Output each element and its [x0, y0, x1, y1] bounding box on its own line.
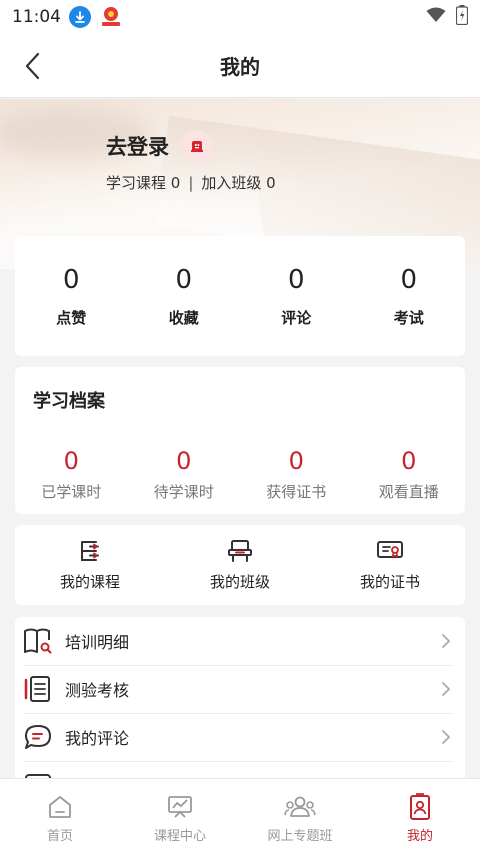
my-certificates-button[interactable]: 我的证书: [315, 525, 465, 605]
stat-label: 点赞: [56, 308, 87, 327]
tab-label: 课程中心: [153, 829, 206, 844]
page-title: 我的: [220, 55, 260, 79]
quick-link-label: 我的证书: [359, 572, 420, 591]
stat-favorites[interactable]: 0 收藏: [128, 236, 241, 356]
archive-value: 0: [63, 447, 79, 475]
chevron-right-icon: [441, 633, 451, 653]
course-center-icon: [168, 796, 192, 818]
class-icon: [228, 539, 252, 562]
archive-pending-hours[interactable]: 0 待学课时: [128, 447, 241, 502]
my-classes-button[interactable]: 我的班级: [165, 525, 315, 605]
archive-title: 学习档案: [33, 391, 105, 412]
tab-profile[interactable]: 我的: [360, 779, 480, 855]
quick-links-card: 我的课程 我的班级 我的证书: [15, 525, 465, 605]
stat-value: 0: [175, 264, 193, 295]
training-detail-icon: [23, 627, 53, 659]
stat-value: 0: [400, 264, 418, 295]
download-icon: [69, 6, 91, 28]
stat-value: 0: [62, 264, 80, 295]
classes-count: 加入班级 0: [201, 174, 276, 192]
certificate-icon: [377, 540, 403, 558]
stat-comments[interactable]: 0 评论: [240, 236, 353, 356]
chevron-left-icon: [25, 52, 40, 80]
stat-exams[interactable]: 0 考试: [353, 236, 466, 356]
app-notification-icon: [99, 6, 123, 28]
battery-icon: [455, 5, 469, 29]
archive-label: 待学课时: [153, 483, 214, 501]
archive-label: 已学课时: [41, 483, 102, 501]
menu-item-label: 我的评论: [65, 729, 130, 748]
status-bar: 11:04: [0, 0, 480, 34]
stat-label: 收藏: [168, 308, 199, 327]
learning-archive-card: 学习档案 0 已学课时 0 待学课时 0 获得证书 0 观看直播: [15, 367, 465, 514]
tab-label: 首页: [46, 829, 73, 844]
courses-count: 学习课程 0: [106, 174, 181, 192]
bottom-tab-bar: 首页 课程中心 网上专题班 我的: [0, 778, 480, 855]
page-header: 我的: [0, 34, 480, 98]
archive-value: 0: [176, 447, 192, 475]
menu-item-training-detail[interactable]: 培训明细: [15, 617, 465, 665]
archive-value: 0: [288, 447, 304, 475]
login-row[interactable]: 去登录: [106, 130, 213, 162]
menu-item-label: 测验考核: [65, 681, 130, 700]
menu-item-exam[interactable]: 测验考核: [15, 665, 465, 713]
stats-card: 0 点赞 0 收藏 0 评论 0 考试: [15, 236, 465, 356]
profile-meta: 学习课程 0 | 加入班级 0: [106, 172, 276, 193]
menu-list: 培训明细 测验考核 我的评论: [15, 617, 465, 787]
archive-live-watched[interactable]: 0 观看直播: [353, 447, 466, 502]
profile-icon: [410, 793, 430, 820]
exam-icon: [23, 675, 53, 707]
quick-link-label: 我的课程: [59, 572, 120, 591]
meta-separator: |: [188, 173, 194, 192]
archive-label: 获得证书: [266, 483, 327, 501]
quick-link-label: 我的班级: [209, 572, 270, 591]
my-courses-button[interactable]: 我的课程: [15, 525, 165, 605]
archive-studied-hours[interactable]: 0 已学课时: [15, 447, 128, 502]
menu-item-label: 培训明细: [65, 633, 130, 652]
stat-value: 0: [287, 264, 305, 295]
wifi-icon: [426, 7, 446, 27]
home-icon: [49, 796, 71, 818]
user-badge-icon: [181, 130, 213, 162]
stat-label: 考试: [393, 308, 424, 327]
back-button[interactable]: [18, 50, 50, 82]
stat-label: 评论: [281, 308, 312, 327]
tab-home[interactable]: 首页: [0, 779, 120, 855]
archive-label: 观看直播: [378, 483, 439, 501]
chevron-right-icon: [441, 681, 451, 701]
chevron-right-icon: [441, 729, 451, 749]
online-class-icon: [284, 796, 316, 817]
tab-label: 网上专题班: [267, 829, 333, 844]
tab-course-center[interactable]: 课程中心: [120, 779, 240, 855]
archive-certificates[interactable]: 0 获得证书: [240, 447, 353, 502]
tab-online-class[interactable]: 网上专题班: [240, 779, 360, 855]
menu-item-my-comments[interactable]: 我的评论: [15, 713, 465, 761]
comment-icon: [23, 723, 53, 755]
archive-value: 0: [401, 447, 417, 475]
status-time: 11:04: [12, 7, 61, 27]
login-link[interactable]: 去登录: [106, 131, 169, 161]
stat-likes[interactable]: 0 点赞: [15, 236, 128, 356]
tab-label: 我的: [406, 829, 433, 844]
course-icon: [81, 540, 99, 561]
